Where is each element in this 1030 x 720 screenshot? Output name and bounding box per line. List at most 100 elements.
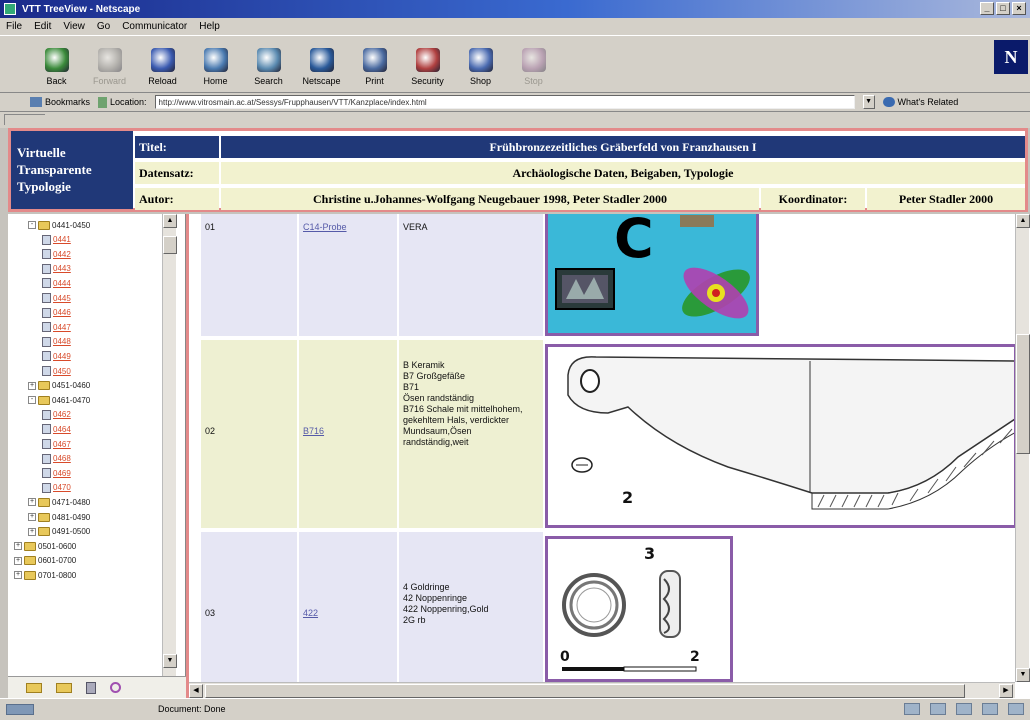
print-button[interactable]: Print	[348, 48, 401, 86]
tree-item-document[interactable]: 0448	[42, 335, 71, 349]
menu-view[interactable]: View	[63, 21, 85, 32]
collapse-icon[interactable]: -	[28, 221, 36, 229]
menu-help[interactable]: Help	[199, 21, 220, 32]
home-button[interactable]: Home	[189, 48, 242, 86]
settings-icon[interactable]	[110, 682, 121, 693]
tree-item-document[interactable]: 0441	[42, 233, 71, 247]
netscape-button[interactable]: Netscape	[295, 48, 348, 86]
url-dropdown-button[interactable]: ▼	[862, 95, 875, 109]
expand-icon[interactable]: +	[14, 542, 22, 551]
tree-item-folder[interactable]: +0501-0600	[14, 539, 76, 553]
document-icon	[42, 468, 51, 479]
toolbar-grip[interactable]	[0, 112, 1030, 128]
tree-item-document[interactable]: 0447	[42, 320, 71, 334]
tree-item-folder[interactable]: - 0461-0470	[28, 393, 90, 407]
tree-item-document[interactable]: 0450	[42, 364, 71, 378]
content-scroll-down-button[interactable]: ▼	[1016, 668, 1030, 682]
tree-item-folder[interactable]: - 0441-0450	[28, 218, 90, 232]
document-icon[interactable]	[86, 681, 96, 694]
expand-icon[interactable]: +	[14, 556, 22, 565]
expand-icon[interactable]: +	[28, 498, 36, 507]
netscape-logo-icon[interactable]: N	[994, 40, 1028, 74]
menu-bar: File Edit View Go Communicator Help	[0, 18, 1030, 35]
tree-item-folder[interactable]: +0701-0800	[14, 568, 76, 582]
forward-button[interactable]: Forward	[83, 48, 136, 86]
content-scroll-left-button[interactable]: ◀	[189, 684, 203, 698]
collapse-icon[interactable]: -	[28, 396, 36, 405]
expand-icon[interactable]: +	[28, 527, 36, 536]
row-link[interactable]: B716	[303, 426, 324, 436]
content-vertical-scrollbar[interactable]: ▲ ▼	[1015, 214, 1030, 682]
shop-button[interactable]: Shop	[454, 48, 507, 86]
table-row: 03 422 4 Goldringe 42 Noppenringe 422 No…	[201, 532, 1015, 682]
expand-icon[interactable]: +	[14, 571, 22, 580]
tree-item-document[interactable]: 0467	[42, 437, 71, 451]
whats-related-button[interactable]: What's Related	[882, 97, 958, 107]
content-scroll-up-button[interactable]: ▲	[1016, 214, 1030, 228]
row-link[interactable]: 422	[303, 608, 318, 618]
search-button[interactable]: Search	[242, 48, 295, 86]
expand-folder-icon[interactable]	[26, 682, 42, 693]
expand-icon[interactable]: +	[28, 513, 36, 521]
menu-communicator[interactable]: Communicator	[122, 21, 187, 32]
tree-item-folder[interactable]: +0451-0460	[28, 379, 90, 393]
expand-icon[interactable]: +	[28, 381, 36, 390]
row-link[interactable]: C14-Probe	[303, 222, 347, 232]
autor-label: Autor:	[135, 188, 219, 210]
back-button[interactable]: Back	[30, 48, 83, 86]
row-figure[interactable]: C	[545, 214, 759, 336]
tree-item-folder[interactable]: +0601-0700	[14, 554, 76, 568]
tree-item-document[interactable]: 0444	[42, 276, 71, 290]
tree-item-document[interactable]: 0442	[42, 247, 71, 261]
maximize-button[interactable]: □	[996, 2, 1010, 15]
menu-edit[interactable]: Edit	[34, 21, 51, 32]
mail-icon[interactable]	[930, 703, 946, 715]
tree-item-document[interactable]: 0446	[42, 306, 71, 320]
status-bar: Document: Done	[0, 698, 1030, 720]
tree-item-label: 0481-0490	[52, 512, 91, 522]
tree-item-label: 0462	[53, 410, 71, 420]
tree-item-folder[interactable]: +0471-0480	[28, 495, 90, 509]
tree-item-document[interactable]: 0443	[42, 262, 71, 276]
bookmarks-button[interactable]: Bookmarks	[30, 97, 90, 107]
tree-item-document[interactable]: 0449	[42, 349, 71, 363]
security-status-icon[interactable]	[904, 703, 920, 715]
content-scroll-right-button[interactable]: ▶	[999, 684, 1013, 698]
tree-toolbar	[8, 676, 186, 698]
security-button[interactable]: Security	[401, 48, 454, 86]
tree-scroll-up-button[interactable]: ▲	[163, 214, 177, 228]
tree-item-label: 0470	[53, 483, 71, 493]
discussion-icon[interactable]	[956, 703, 972, 715]
composer-icon[interactable]	[982, 703, 998, 715]
navigator-icon[interactable]	[1008, 703, 1024, 715]
tree-item-document[interactable]: 0464	[42, 422, 71, 436]
tree-item-document[interactable]: 0468	[42, 452, 71, 466]
tree-item-folder[interactable]: +0491-0500	[28, 525, 90, 539]
row-figure[interactable]: 3 0 2	[545, 536, 733, 682]
url-input[interactable]	[154, 95, 855, 109]
toolbar-label: Reload	[148, 76, 177, 86]
reload-button[interactable]: Reload	[136, 48, 189, 86]
tree-item-folder[interactable]: +0481-0490	[28, 510, 90, 524]
tree-item-document[interactable]: 0469	[42, 466, 71, 480]
window-title-bar[interactable]: VTT TreeView - Netscape _ □ ×	[0, 0, 1030, 18]
reload-icon	[150, 48, 175, 72]
minimize-button[interactable]: _	[980, 2, 994, 15]
content-hscroll-thumb[interactable]	[205, 684, 965, 698]
tree-vertical-scrollbar[interactable]: ▲ ▼	[162, 214, 177, 676]
menu-go[interactable]: Go	[97, 21, 110, 32]
row-figure[interactable]: 2	[545, 344, 1017, 528]
tree-item-label: 0443	[53, 264, 71, 274]
menu-file[interactable]: File	[6, 21, 22, 32]
content-horizontal-scrollbar[interactable]: ◀ ▶	[189, 682, 1015, 698]
close-button[interactable]: ×	[1012, 2, 1026, 15]
content-scroll-thumb[interactable]	[1016, 334, 1030, 454]
collapse-folder-icon[interactable]	[56, 682, 72, 693]
stop-button[interactable]: Stop	[507, 48, 560, 86]
tree-item-document[interactable]: 0470	[42, 481, 71, 495]
tree-item-document[interactable]: 0462	[42, 408, 71, 422]
document-icon	[42, 307, 51, 318]
tree-scroll-down-button[interactable]: ▼	[163, 654, 177, 668]
tree-item-document[interactable]: 0445	[42, 291, 71, 305]
tree-scroll-thumb[interactable]	[163, 236, 177, 254]
